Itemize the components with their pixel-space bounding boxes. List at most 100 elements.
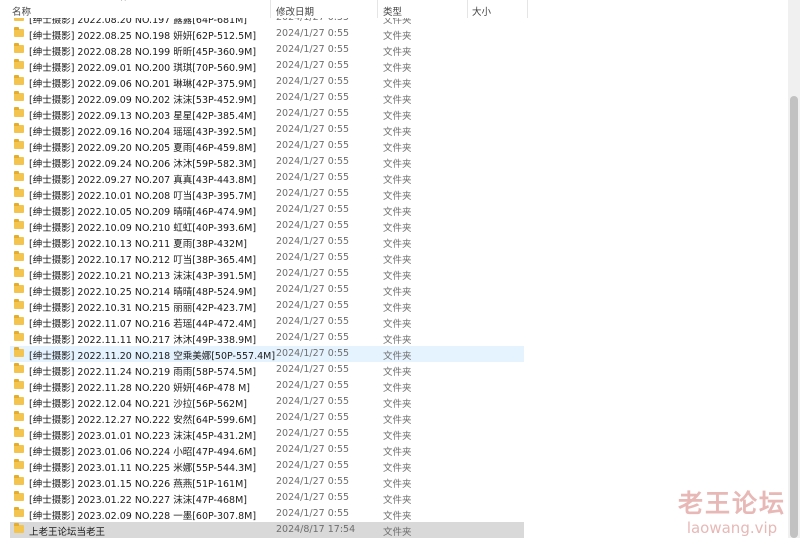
file-row[interactable]: [绅士摄影] 2022.10.01 NO.208 叮当[43P-395.7M] 2… [10, 186, 524, 202]
file-row[interactable]: [绅士摄影] 2022.10.21 NO.213 沫沫[43P-391.5M] 2… [10, 266, 524, 282]
file-row[interactable]: [绅士摄影] 2022.09.16 NO.204 瑶瑶[43P-392.5M] 2… [10, 122, 524, 138]
file-row[interactable]: [绅士摄影] 2023.01.22 NO.227 沫沫[47P-468M] 202… [10, 490, 524, 506]
file-name[interactable]: [绅士摄影] 2022.11.20 NO.218 空乘美娜[50P-557.4M… [29, 348, 275, 362]
folder-icon [14, 475, 24, 485]
folder-icon [14, 331, 24, 341]
folder-icon [14, 459, 24, 469]
folder-icon [14, 315, 24, 325]
file-name[interactable]: [绅士摄影] 2023.01.06 NO.224 小昭[47P-494.6M] [29, 444, 256, 458]
file-name[interactable]: [绅士摄影] 2022.09.24 NO.206 沐沐[59P-582.3M] [29, 156, 256, 170]
file-name[interactable]: [绅士摄影] 2022.10.13 NO.211 夏雨[38P-432M] [29, 236, 247, 250]
column-header-size[interactable]: 大小 [472, 4, 491, 18]
file-row[interactable]: [绅士摄影] 2022.10.05 NO.209 晴晴[46P-474.9M] 2… [10, 202, 524, 218]
column-divider[interactable] [467, 0, 468, 18]
column-divider[interactable] [527, 0, 528, 18]
file-modified-date: 2024/1/27 0:55 [276, 156, 350, 167]
file-row[interactable]: [绅士摄影] 2023.01.06 NO.224 小昭[47P-494.6M] 2… [10, 442, 524, 458]
file-type: 文件夹 [383, 383, 412, 394]
file-row[interactable]: [绅士摄影] 2022.09.01 NO.200 琪琪[70P-560.9M] 2… [10, 58, 524, 74]
file-name[interactable]: [绅士摄影] 2022.09.20 NO.205 夏雨[46P-459.8M] [29, 140, 256, 154]
file-name[interactable]: [绅士摄影] 2022.10.21 NO.213 沫沫[43P-391.5M] [29, 268, 256, 282]
file-row[interactable]: [绅士摄影] 2022.09.24 NO.206 沐沐[59P-582.3M] 2… [10, 154, 524, 170]
file-modified-date: 2024/1/27 0:55 [276, 108, 350, 119]
column-header-date[interactable]: 修改日期 [276, 4, 314, 18]
file-row[interactable]: [绅士摄影] 2022.11.07 NO.216 若瑶[44P-472.4M] 2… [10, 314, 524, 330]
file-modified-date: 2024/1/27 0:55 [276, 172, 350, 183]
file-row[interactable]: [绅士摄影] 2023.01.01 NO.223 沫沫[45P-431.2M] 2… [10, 426, 524, 442]
vertical-scrollbar[interactable] [788, 0, 800, 538]
folder-icon [14, 171, 24, 181]
file-row[interactable]: [绅士摄影] 2022.09.06 NO.201 琳琳[42P-375.9M] 2… [10, 74, 524, 90]
file-name[interactable]: [绅士摄影] 2022.11.11 NO.217 沐沐[49P-338.9M] [29, 332, 256, 346]
file-name[interactable]: [绅士摄影] 2022.09.09 NO.202 沫沫[53P-452.9M] [29, 92, 256, 106]
file-name[interactable]: [绅士摄影] 2022.09.06 NO.201 琳琳[42P-375.9M] [29, 76, 256, 90]
file-row[interactable]: [绅士摄影] 2022.08.28 NO.199 昕昕[45P-360.9M] 2… [10, 42, 524, 58]
file-name[interactable]: 上老王论坛当老王 [29, 524, 105, 538]
file-row[interactable]: [绅士摄影] 2022.09.09 NO.202 沫沫[53P-452.9M] 2… [10, 90, 524, 106]
file-name[interactable]: [绅士摄影] 2023.01.11 NO.225 米娜[55P-544.3M] [29, 460, 256, 474]
file-name[interactable]: [绅士摄影] 2022.10.01 NO.208 叮当[43P-395.7M] [29, 188, 256, 202]
column-divider[interactable] [377, 0, 378, 18]
file-name[interactable]: [绅士摄影] 2023.02.09 NO.228 一墨[60P-307.8M] [29, 508, 256, 522]
file-name[interactable]: [绅士摄影] 2022.10.05 NO.209 晴晴[46P-474.9M] [29, 204, 256, 218]
file-modified-date: 2024/1/27 0:55 [276, 204, 350, 215]
watermark: 老王论坛 laowang.vip [678, 484, 786, 537]
file-name[interactable]: [绅士摄影] 2022.10.09 NO.210 虹虹[40P-393.6M] [29, 220, 256, 234]
file-name[interactable]: [绅士摄影] 2022.09.01 NO.200 琪琪[70P-560.9M] [29, 60, 256, 74]
file-name[interactable]: [绅士摄影] 2022.09.27 NO.207 真真[43P-443.8M] [29, 172, 256, 186]
scrollbar-thumb[interactable] [790, 96, 798, 538]
file-row[interactable]: [绅士摄影] 2022.11.24 NO.219 雨雨[58P-574.5M] 2… [10, 362, 524, 378]
file-row[interactable]: [绅士摄影] 2023.02.09 NO.228 一墨[60P-307.8M] 2… [10, 506, 524, 522]
column-header-bar: ^ 名称 修改日期 类型 大小 [0, 0, 788, 18]
file-row[interactable]: [绅士摄影] 2022.09.20 NO.205 夏雨[46P-459.8M] 2… [10, 138, 524, 154]
column-header-type[interactable]: 类型 [383, 4, 402, 18]
file-name[interactable]: [绅士摄影] 2022.08.28 NO.199 昕昕[45P-360.9M] [29, 44, 256, 58]
file-row[interactable]: [绅士摄影] 2022.08.25 NO.198 妍妍[62P-512.5M] 2… [10, 26, 524, 42]
file-row[interactable]: [绅士摄影] 2022.10.31 NO.215 丽丽[42P-423.7M] 2… [10, 298, 524, 314]
file-name[interactable]: [绅士摄影] 2022.08.25 NO.198 妍妍[62P-512.5M] [29, 28, 256, 42]
file-name[interactable]: [绅士摄影] 2022.12.27 NO.222 安然[64P-599.6M] [29, 412, 256, 426]
file-name[interactable]: [绅士摄影] 2022.09.13 NO.203 星星[42P-385.4M] [29, 108, 256, 122]
file-row[interactable]: [绅士摄影] 2023.01.15 NO.226 燕燕[51P-161M] 202… [10, 474, 524, 490]
file-row[interactable]: [绅士摄影] 2022.12.27 NO.222 安然[64P-599.6M] 2… [10, 410, 524, 426]
file-name[interactable]: [绅士摄影] 2023.01.01 NO.223 沫沫[45P-431.2M] [29, 428, 256, 442]
file-name[interactable]: [绅士摄影] 2022.11.28 NO.220 妍妍[46P-478 M] [29, 380, 250, 394]
file-type: 文件夹 [383, 367, 412, 378]
column-divider[interactable] [270, 0, 271, 18]
file-modified-date: 2024/8/17 17:54 [276, 524, 356, 535]
file-row[interactable]: [绅士摄影] 2022.11.11 NO.217 沐沐[49P-338.9M] 2… [10, 330, 524, 346]
file-row[interactable]: [绅士摄影] 2022.09.13 NO.203 星星[42P-385.4M] 2… [10, 106, 524, 122]
file-type: 文件夹 [383, 431, 412, 442]
file-row[interactable]: [绅士摄影] 2022.11.28 NO.220 妍妍[46P-478 M] 20… [10, 378, 524, 394]
file-row[interactable]: [绅士摄影] 2023.01.11 NO.225 米娜[55P-544.3M] 2… [10, 458, 524, 474]
file-name[interactable]: [绅士摄影] 2022.09.16 NO.204 瑶瑶[43P-392.5M] [29, 124, 256, 138]
file-name[interactable]: [绅士摄影] 2022.10.25 NO.214 晴晴[48P-524.9M] [29, 284, 256, 298]
file-modified-date: 2024/1/27 0:55 [276, 124, 350, 135]
file-row[interactable]: [绅士摄影] 2022.11.20 NO.218 空乘美娜[50P-557.4M… [10, 346, 524, 362]
file-row[interactable]: [绅士摄影] 2022.10.25 NO.214 晴晴[48P-524.9M] 2… [10, 282, 524, 298]
file-name[interactable]: [绅士摄影] 2022.12.04 NO.221 沙拉[56P-562M] [29, 396, 247, 410]
file-row[interactable]: [绅士摄影] 2022.09.27 NO.207 真真[43P-443.8M] 2… [10, 170, 524, 186]
sort-up-icon: ^ [120, 0, 127, 6]
folder-icon [14, 523, 24, 533]
file-row[interactable]: 上老王论坛当老王 2024/8/17 17:54 文件夹 [10, 522, 524, 538]
file-list: [绅士摄影] 2022.08.20 NO.197 露露[64P-681M]202… [0, 10, 788, 538]
file-modified-date: 2024/1/27 0:55 [276, 396, 350, 407]
file-row[interactable]: [绅士摄影] 2022.10.13 NO.211 夏雨[38P-432M] 202… [10, 234, 524, 250]
file-name[interactable]: [绅士摄影] 2022.11.24 NO.219 雨雨[58P-574.5M] [29, 364, 256, 378]
file-modified-date: 2024/1/27 0:55 [276, 316, 350, 327]
file-name[interactable]: [绅士摄影] 2022.11.07 NO.216 若瑶[44P-472.4M] [29, 316, 256, 330]
file-row[interactable]: [绅士摄影] 2022.10.09 NO.210 虹虹[40P-393.6M] 2… [10, 218, 524, 234]
file-name[interactable]: [绅士摄影] 2023.01.15 NO.226 燕燕[51P-161M] [29, 476, 247, 490]
file-type: 文件夹 [383, 95, 412, 106]
folder-icon [14, 75, 24, 85]
file-name[interactable]: [绅士摄影] 2022.10.17 NO.212 叮当[38P-365.4M] [29, 252, 256, 266]
file-row[interactable]: [绅士摄影] 2022.12.04 NO.221 沙拉[56P-562M] 202… [10, 394, 524, 410]
folder-icon [14, 187, 24, 197]
file-row[interactable]: [绅士摄影] 2022.10.17 NO.212 叮当[38P-365.4M] 2… [10, 250, 524, 266]
file-name[interactable]: [绅士摄影] 2023.01.22 NO.227 沫沫[47P-468M] [29, 492, 247, 506]
folder-icon [14, 139, 24, 149]
file-name[interactable]: [绅士摄影] 2022.10.31 NO.215 丽丽[42P-423.7M] [29, 300, 256, 314]
column-header-name[interactable]: 名称 [12, 4, 31, 18]
file-type: 文件夹 [383, 271, 412, 282]
